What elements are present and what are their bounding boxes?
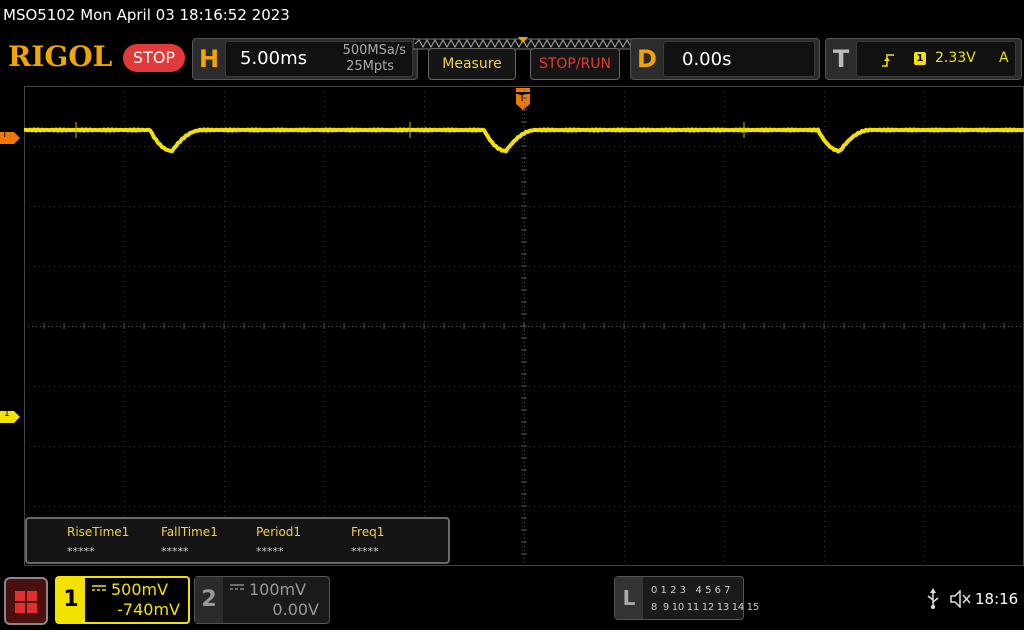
channel1-scale: 500mV — [111, 580, 169, 599]
rising-edge-icon — [882, 54, 894, 67]
trigger-mode: A — [999, 50, 1009, 66]
measure-button[interactable]: Measure — [428, 48, 516, 80]
measure-name-period[interactable]: Period1 — [256, 525, 301, 539]
channel1-ground-marker[interactable]: 1 — [0, 408, 20, 423]
sample-rate: 500MSa/s — [342, 43, 406, 58]
la-channels-row1: 0 1 2 3 4 5 6 7 — [651, 585, 731, 596]
measure-value-risetime: ***** — [67, 545, 95, 558]
channel1-panel[interactable]: 1 500mV -740mV — [55, 576, 190, 624]
delay-panel[interactable]: D 0.00s — [630, 38, 820, 80]
trigger-readout: 1 2.33V A — [856, 41, 1016, 77]
rigol-logo: RIGOL — [8, 40, 113, 73]
measure-name-freq[interactable]: Freq1 — [351, 525, 384, 539]
channel1-number: 1 — [57, 578, 85, 622]
measure-value-period: ***** — [256, 545, 284, 558]
measurement-panel[interactable]: RiseTime1 ***** FallTime1 ***** Period1 … — [25, 517, 450, 564]
speaker-muted-icon[interactable] — [950, 590, 972, 608]
delay-letter: D — [637, 45, 657, 73]
trigger-level: 2.33V — [935, 50, 976, 66]
channel2-number: 2 — [195, 577, 223, 623]
measure-value-falltime: ***** — [161, 545, 189, 558]
channel2-panel[interactable]: 2 100mV 0.00V — [194, 576, 330, 624]
horizontal-letter: H — [198, 45, 220, 73]
dc-coupling-icon — [230, 584, 244, 590]
horizontal-readout: 5.00ms 500MSa/s 25Mpts — [225, 41, 413, 77]
stop-run-button[interactable]: STOP/RUN — [530, 48, 620, 80]
trigger-source-badge: 1 — [914, 52, 926, 65]
title-bar: MSO5102 Mon April 03 18:16:52 2023 — [0, 0, 1024, 36]
grid-menu-icon — [15, 591, 37, 613]
channel1-trace — [24, 127, 1024, 154]
delay-value: 0.00s — [682, 49, 732, 70]
la-channels-row2: 8 9 10 11 12 13 14 15 — [651, 602, 759, 613]
memory-depth: 25Mpts — [346, 59, 394, 74]
run-state-badge[interactable]: STOP — [123, 44, 185, 72]
usb-icon — [927, 588, 939, 609]
horizontal-panel[interactable]: H 5.00ms 500MSa/s 25Mpts — [192, 38, 418, 80]
measure-name-risetime[interactable]: RiseTime1 — [67, 525, 129, 539]
timebase-value: 5.00ms — [240, 48, 307, 69]
status-clock: 18:16 — [975, 590, 1019, 608]
trigger-panel[interactable]: T 1 2.33V A — [825, 38, 1022, 80]
channel2-offset: 0.00V — [272, 600, 319, 619]
title-text: MSO5102 Mon April 03 18:16:52 2023 — [3, 6, 290, 24]
trigger-letter: T — [832, 45, 850, 73]
delay-readout: 0.00s — [663, 41, 815, 77]
logic-analyzer-panel[interactable]: L 0 1 2 3 4 5 6 7 8 9 10 11 12 13 14 15 — [614, 576, 759, 620]
logic-analyzer-letter: L — [615, 577, 643, 619]
measure-value-freq: ***** — [351, 545, 379, 558]
waveform-display[interactable] — [24, 86, 1024, 566]
trigger-level-marker[interactable]: T — [0, 129, 20, 144]
app-menu-button[interactable] — [4, 577, 48, 625]
dc-coupling-icon — [92, 585, 106, 591]
channel1-offset: -740mV — [117, 600, 180, 619]
measure-name-falltime[interactable]: FallTime1 — [161, 525, 218, 539]
channel2-scale: 100mV — [249, 580, 307, 599]
